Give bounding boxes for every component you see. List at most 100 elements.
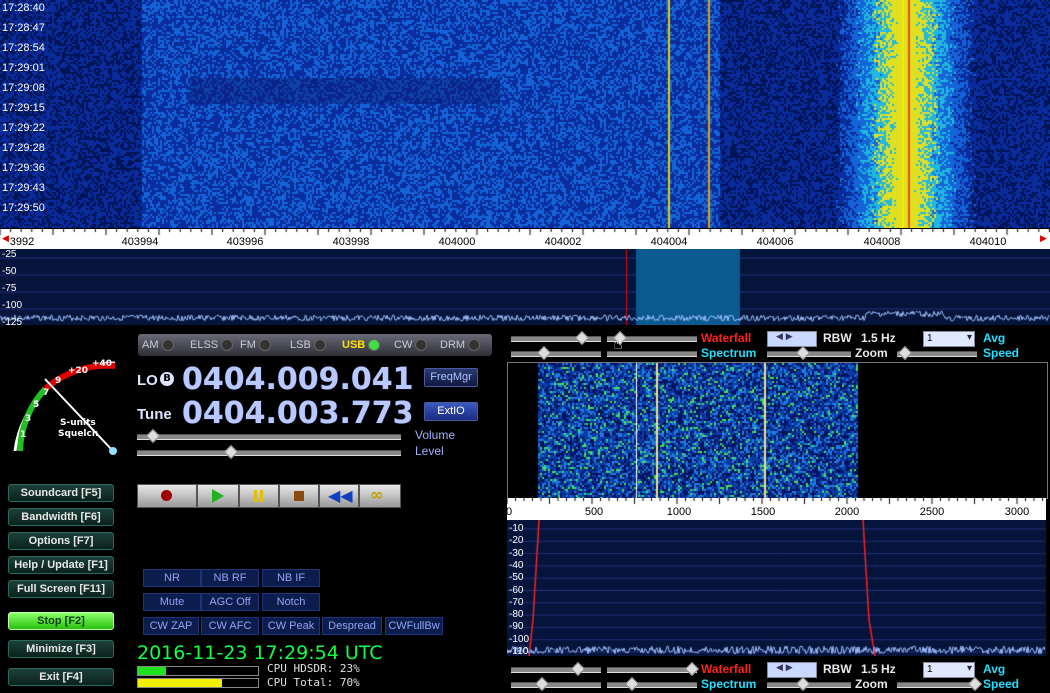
soundcard-button[interactable]: Soundcard [F5] [8,484,114,502]
mode-am-button[interactable]: AM [142,336,174,354]
sub-db-label: -80 [509,609,524,621]
help-update-button[interactable]: Help / Update [F1] [8,556,114,574]
sub-waterfall[interactable] [507,362,1048,499]
level-slider-thumb[interactable] [223,444,239,460]
sp-bot-slider-1[interactable] [511,682,601,688]
mode-label: FM [240,339,256,351]
mute-button[interactable]: Mute [143,593,201,611]
avg-select-value: 1 [927,333,933,344]
wf-bot-slider-1[interactable] [511,667,601,673]
freqmgr-button[interactable]: FreqMgr [424,368,478,387]
rbw-stepper-top[interactable]: ◀ ▶ [767,331,817,347]
pause-button[interactable] [239,484,279,508]
cw-afc-button[interactable]: CW AFC [201,617,259,635]
volume-slider[interactable] [137,434,401,440]
audio-freq-label: 3000 [1004,506,1030,518]
time-label: 17:29:28 [2,142,45,154]
sp-bot-slider-1-thumb[interactable] [534,676,550,692]
nb-if-button[interactable]: NB IF [262,569,320,587]
frequency-ruler[interactable]: ◀ ▶ 3992 403994 403996 403998 404000 404002 40… [0,228,1050,249]
mode-elss-button[interactable]: ELSS [190,336,234,354]
speed-slider-bottom-thumb[interactable] [967,676,983,692]
speed-slider-top-thumb[interactable] [897,345,913,361]
s-units-label: S-units [60,418,96,428]
volume-label: Volume [415,428,456,442]
wf-top-slider-1-thumb[interactable] [574,330,590,346]
level-slider[interactable] [137,450,401,456]
audio-freq-label: 2000 [834,506,860,518]
wf-bot-slider-2-thumb[interactable] [684,661,700,677]
options-button[interactable]: Options [F7] [8,532,114,550]
sp-top-slider-1-thumb[interactable] [536,345,552,361]
db-label: -75 [2,283,17,294]
sub-spectrum[interactable]: -10 -20 -30 -40 -50 -60 -70 -80 -90 -100 -110 [507,520,1046,657]
lo-frequency[interactable]: 0404.009.041 [182,362,414,397]
main-spectrum[interactable]: -25 -50 -75 -100 -125 [0,249,1050,328]
stop-playback-button[interactable] [279,484,319,508]
mode-drm-button[interactable]: DRM [440,336,481,354]
mode-fm-button[interactable]: FM [240,336,271,354]
sub-db-label: -90 [509,621,524,633]
play-button[interactable] [197,484,239,508]
level-label: Level [415,444,444,458]
tune-label: Tune [137,406,172,423]
s-scale-9: 9 [55,376,62,386]
audio-frequency-ruler[interactable]: 0 500 1000 1500 2000 2500 3000 [505,498,1046,520]
zoom-label-bottom: Zoom [855,677,888,691]
time-label: 17:29:43 [2,182,45,194]
volume-slider-thumb[interactable] [145,428,161,444]
s-scale-1: 1 [20,430,27,440]
tune-frequency[interactable]: 0404.003.773 [182,396,414,431]
rbw-stepper-bottom[interactable]: ◀ ▶ [767,662,817,678]
record-button[interactable] [137,484,197,508]
main-waterfall[interactable]: 17:28:40 17:28:47 17:28:54 17:29:01 17:29:08… [0,0,1050,228]
control-panel: +40 +20 9 7 5 3 1 S-units Squelch AM ELSS… [0,326,505,693]
freq-tick-label: 404008 [863,236,901,248]
wf-bot-slider-1-thumb[interactable] [570,661,586,677]
stop-button[interactable]: Stop [F2] [8,612,114,630]
avg-select-top[interactable]: 1 ▾ [923,331,975,347]
scroll-right-arrow-icon[interactable]: ▶ [1040,234,1047,244]
zoom-slider-bottom-thumb[interactable] [795,676,811,692]
avg-select-bottom[interactable]: 1 ▾ [923,662,975,678]
extio-button[interactable]: ExtIO [424,402,478,421]
sub-db-label: -20 [509,535,524,547]
nr-button[interactable]: NR [143,569,201,587]
cw-peak-button[interactable]: CW Peak [262,617,320,635]
spectrum-label-bottom: Spectrum [701,677,757,691]
cw-zap-button[interactable]: CW ZAP [143,617,199,635]
s-scale-40: +40 [92,359,113,369]
speed-slider-bottom[interactable] [897,682,977,688]
mode-lsb-button[interactable]: LSB [290,336,326,354]
zoom-slider-top-thumb[interactable] [795,345,811,361]
spectrum-label-top: Spectrum [701,346,757,360]
despread-button[interactable]: Despread [322,617,382,635]
mode-usb-button[interactable]: USB [342,336,381,354]
full-screen-button[interactable]: Full Screen [F11] [8,580,114,598]
loop-button[interactable]: ∞ [359,484,401,508]
wf-bot-slider-2[interactable] [607,667,697,673]
sp-bot-slider-2-thumb[interactable] [624,676,640,692]
mode-cw-button[interactable]: CW [394,336,428,354]
scroll-left-arrow-icon[interactable]: ◀ [2,234,9,244]
lo-badge[interactable]: B [160,372,174,386]
audio-freq-label: 0 [505,506,513,518]
cwfullbw-button[interactable]: CWFullBw [385,617,443,635]
exit-button[interactable]: Exit [F4] [8,668,114,686]
speed-label-bottom: Speed [983,677,1020,691]
nb-rf-button[interactable]: NB RF [201,569,259,587]
avg-select-value: 1 [927,664,933,675]
rewind-button[interactable]: ◀◀ [319,484,359,508]
mode-label: LSB [290,339,311,351]
freq-tick-label: 403998 [332,236,370,248]
play-icon [212,489,224,503]
squelch-label: Squelch [58,429,99,439]
freq-tick-label: 403994 [121,236,159,248]
sp-top-slider-1[interactable] [511,351,601,357]
bandwidth-button[interactable]: Bandwidth [F6] [8,508,114,526]
notch-button[interactable]: Notch [262,593,320,611]
audio-freq-label: 1000 [666,506,692,518]
minimize-button[interactable]: Minimize [F3] [8,640,114,658]
sp-bot-slider-2[interactable] [607,682,697,688]
agc-off-button[interactable]: AGC Off [201,593,259,611]
